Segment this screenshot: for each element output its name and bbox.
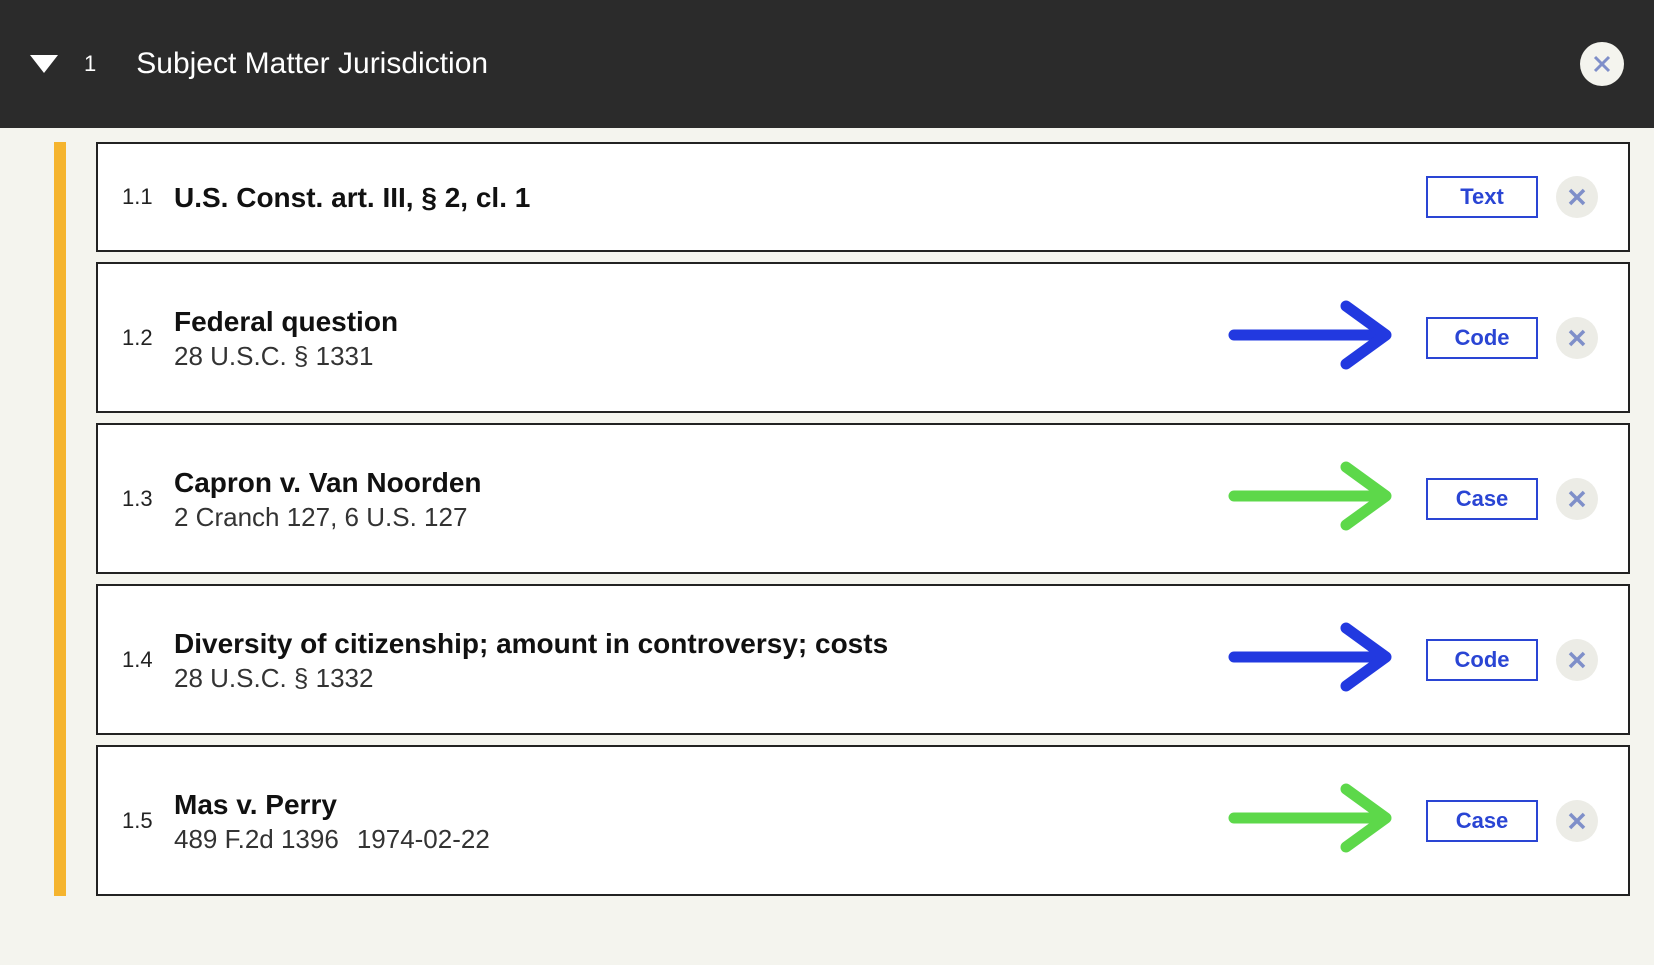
section-title: Subject Matter Jurisdiction	[136, 47, 488, 81]
item-citation: 489 F.2d 1396	[174, 824, 339, 854]
item-number: 1.3	[122, 486, 174, 512]
item-title: Federal question	[174, 304, 398, 339]
close-icon	[1567, 489, 1587, 509]
annotation-arrow	[1226, 292, 1406, 383]
item-number: 1.5	[122, 808, 174, 834]
item-body: U.S. Const. art. III, § 2, cl. 1	[174, 180, 530, 215]
type-tag-button[interactable]: Code	[1426, 317, 1538, 359]
item-title: Diversity of citizenship; amount in cont…	[174, 626, 888, 661]
item-number: 1.4	[122, 647, 174, 673]
remove-item-button[interactable]	[1556, 478, 1598, 520]
annotation-arrow	[1226, 775, 1406, 866]
list-item[interactable]: 1.4Diversity of citizenship; amount in c…	[96, 584, 1630, 735]
item-title: Capron v. Van Noorden	[174, 465, 482, 500]
content-area: 1.1U.S. Const. art. III, § 2, cl. 1Text …	[0, 128, 1654, 896]
item-number: 1.1	[122, 184, 174, 210]
annotation-arrow-icon	[1226, 292, 1406, 378]
item-number: 1.2	[122, 325, 174, 351]
type-tag-button[interactable]: Code	[1426, 639, 1538, 681]
item-title: Mas v. Perry	[174, 787, 490, 822]
item-subtitle: 28 U.S.C. § 1331	[174, 341, 398, 372]
item-subtitle: 2 Cranch 127, 6 U.S. 127	[174, 502, 482, 533]
collapse-icon[interactable]	[30, 55, 58, 73]
items-list: 1.1U.S. Const. art. III, § 2, cl. 1Text …	[96, 142, 1630, 896]
item-date: 1974-02-22	[357, 824, 490, 854]
remove-item-button[interactable]	[1556, 317, 1598, 359]
annotation-arrow	[1226, 453, 1406, 544]
close-icon	[1592, 54, 1612, 74]
close-icon	[1567, 328, 1587, 348]
list-item[interactable]: 1.2Federal question28 U.S.C. § 1331 Code	[96, 262, 1630, 413]
annotation-arrow-icon	[1226, 614, 1406, 700]
list-item[interactable]: 1.3Capron v. Van Noorden2 Cranch 127, 6 …	[96, 423, 1630, 574]
item-subtitle: 489 F.2d 1396 1974-02-22	[174, 824, 490, 855]
close-icon	[1567, 811, 1587, 831]
item-subtitle: 28 U.S.C. § 1332	[174, 663, 888, 694]
item-body: Mas v. Perry489 F.2d 1396 1974-02-22	[174, 787, 490, 855]
close-icon	[1567, 187, 1587, 207]
item-citation: 28 U.S.C. § 1331	[174, 341, 373, 371]
annotation-arrow	[1226, 614, 1406, 705]
item-body: Federal question28 U.S.C. § 1331	[174, 304, 398, 372]
type-tag-button[interactable]: Case	[1426, 800, 1538, 842]
section-accent-bar	[54, 142, 66, 896]
annotation-arrow-icon	[1226, 775, 1406, 861]
annotation-arrow-icon	[1226, 453, 1406, 539]
item-body: Capron v. Van Noorden2 Cranch 127, 6 U.S…	[174, 465, 482, 533]
item-citation: 2 Cranch 127, 6 U.S. 127	[174, 502, 467, 532]
list-item[interactable]: 1.1U.S. Const. art. III, § 2, cl. 1 Text	[96, 142, 1630, 252]
header-left: 1 Subject Matter Jurisdiction	[30, 47, 488, 81]
close-section-button[interactable]	[1580, 42, 1624, 86]
item-body: Diversity of citizenship; amount in cont…	[174, 626, 888, 694]
list-item[interactable]: 1.5Mas v. Perry489 F.2d 1396 1974-02-22 C…	[96, 745, 1630, 896]
item-citation: 28 U.S.C. § 1332	[174, 663, 373, 693]
remove-item-button[interactable]	[1556, 639, 1598, 681]
item-title: U.S. Const. art. III, § 2, cl. 1	[174, 180, 530, 215]
section-header: 1 Subject Matter Jurisdiction	[0, 0, 1654, 128]
close-icon	[1567, 650, 1587, 670]
type-tag-button[interactable]: Text	[1426, 176, 1538, 218]
remove-item-button[interactable]	[1556, 800, 1598, 842]
type-tag-button[interactable]: Case	[1426, 478, 1538, 520]
section-number: 1	[84, 51, 96, 77]
remove-item-button[interactable]	[1556, 176, 1598, 218]
